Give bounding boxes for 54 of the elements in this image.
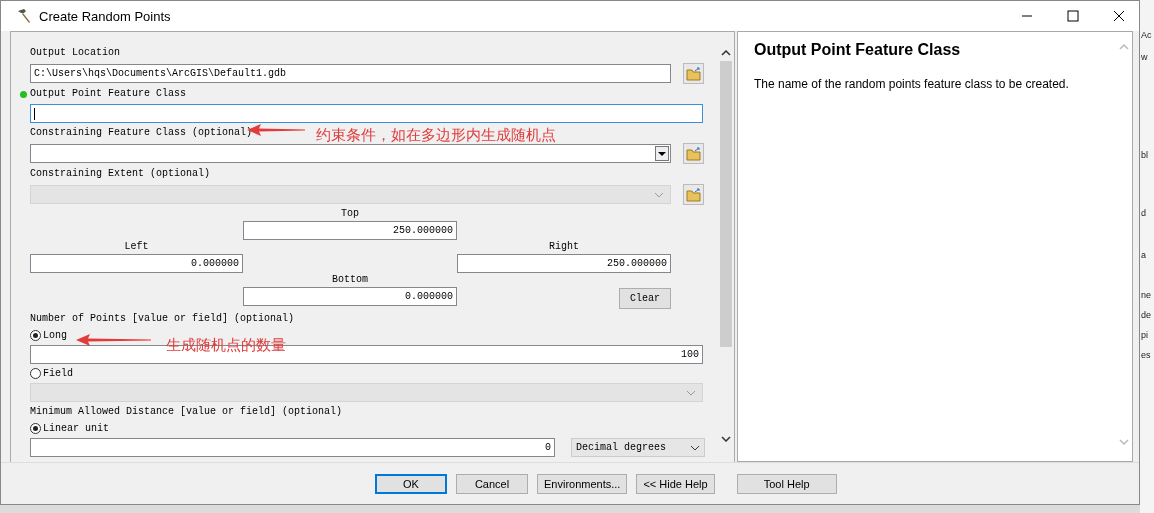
- help-text: The name of the random points feature class to be created.: [754, 77, 1070, 91]
- annotation-text: 约束条件，如在多边形内生成随机点: [316, 127, 556, 143]
- background-text: ne: [1141, 290, 1151, 300]
- chevron-down-icon: [686, 389, 696, 396]
- background-text: d: [1141, 208, 1146, 218]
- extent-label: Left: [123, 240, 150, 254]
- dialog-button[interactable]: OK: [375, 473, 447, 494]
- parameter-label: Constraining Extent (optional): [30, 167, 211, 181]
- right-field[interactable]: 250.000000: [457, 254, 671, 273]
- text-field[interactable]: [30, 104, 703, 123]
- bottom-field[interactable]: 0.000000: [243, 287, 457, 306]
- dropdown-field[interactable]: [30, 144, 671, 163]
- browse-folder-button[interactable]: [683, 143, 704, 164]
- background-text: w: [1141, 52, 1148, 62]
- clear-button[interactable]: Clear: [619, 288, 671, 309]
- dialog-button[interactable]: << Hide Help: [636, 473, 715, 494]
- radio-button[interactable]: [30, 329, 41, 341]
- chevron-down-icon: [690, 444, 700, 451]
- unit-dropdown[interactable]: Decimal degrees: [571, 438, 705, 457]
- window-title: Create Random Points: [39, 8, 171, 24]
- parameter-label: Minimum Allowed Distance [value or field] (optional): [30, 405, 343, 419]
- background-text: Ac: [1141, 30, 1152, 40]
- close-icon[interactable]: [1113, 10, 1125, 22]
- background-text: de: [1141, 310, 1151, 320]
- top-field[interactable]: 250.000000: [243, 221, 457, 240]
- radio-option[interactable]: Long: [30, 328, 67, 342]
- parameter-label: Constraining Feature Class (optional): [30, 126, 253, 140]
- required-dot-icon: [20, 90, 27, 98]
- dialog-button[interactable]: Tool Help: [736, 473, 837, 494]
- radio-button[interactable]: [30, 367, 41, 379]
- parameter-label: Output Location: [30, 46, 120, 60]
- background-text: bl: [1141, 150, 1148, 160]
- chevron-down-icon[interactable]: [720, 436, 731, 442]
- parameter-label: Number of Points [value or field] (optional): [30, 312, 295, 326]
- radio-option[interactable]: Field: [30, 366, 73, 380]
- number-field[interactable]: 0: [30, 438, 555, 457]
- dialog-button[interactable]: Cancel: [456, 473, 528, 494]
- chevron-up-icon[interactable]: [720, 50, 731, 56]
- background-text: a: [1141, 250, 1146, 260]
- text-field[interactable]: C:\Users\hqs\Documents\ArcGIS\Default1.gdb: [30, 64, 671, 83]
- help-title: Output Point Feature Class: [754, 41, 962, 59]
- radio-option[interactable]: Linear unit: [30, 421, 109, 435]
- background-text: es: [1141, 350, 1151, 360]
- chevron-down-icon: [654, 191, 664, 198]
- dialog-button[interactable]: Environments...: [537, 473, 628, 494]
- extent-label: Top: [340, 207, 360, 221]
- browse-folder-button[interactable]: [683, 63, 704, 84]
- parameter-label: Output Point Feature Class: [30, 87, 187, 101]
- radio-button[interactable]: [30, 422, 41, 434]
- left-field[interactable]: 0.000000: [30, 254, 243, 273]
- background-text: pi: [1141, 330, 1148, 340]
- extent-label: Right: [548, 240, 580, 254]
- maximize-icon[interactable]: [1067, 10, 1079, 22]
- extent-label: Bottom: [331, 273, 369, 287]
